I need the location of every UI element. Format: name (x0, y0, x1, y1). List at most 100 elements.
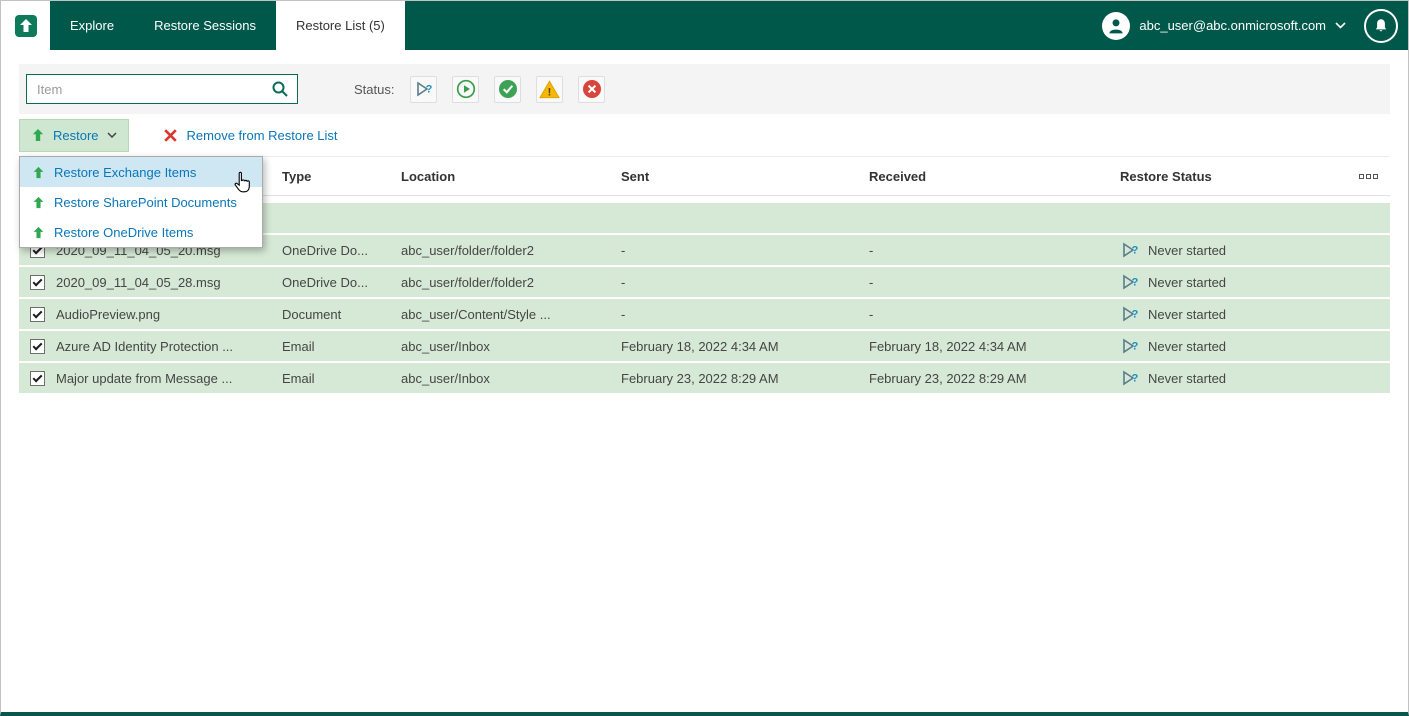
cell-received: - (869, 242, 874, 258)
cell-restore-status: ? Never started (1120, 369, 1346, 387)
menu-item-restore-onedrive[interactable]: Restore OneDrive Items (20, 217, 262, 247)
svg-text:?: ? (1132, 245, 1139, 257)
top-navigation-bar: Explore Restore Sessions Restore List (5… (1, 1, 1408, 50)
cell-sent: - (621, 242, 626, 258)
nav-tab-restore-list[interactable]: Restore List (5) (275, 1, 405, 50)
main-nav: Explore Restore Sessions Restore List (5… (50, 1, 405, 50)
cell-item: Major update from Message ... (56, 370, 233, 386)
status-filter-group: Status: ? ! (354, 75, 620, 103)
menu-item-label: Restore Exchange Items (54, 164, 197, 180)
never-started-icon: ? (1120, 305, 1140, 323)
notifications-button[interactable] (1364, 8, 1398, 43)
restore-arrow-icon (33, 226, 44, 238)
cell-received: - (869, 274, 874, 290)
status-text: Never started (1148, 338, 1227, 354)
cell-location: abc_user/Inbox (401, 338, 490, 354)
item-search-box (26, 74, 298, 104)
cell-restore-status: ? Never started (1120, 273, 1346, 291)
header-restore-status[interactable]: Restore Status (1120, 169, 1346, 184)
filter-running-icon[interactable] (452, 75, 480, 103)
status-text: Never started (1148, 242, 1227, 258)
search-icon[interactable] (267, 80, 297, 98)
cell-received: February 23, 2022 8:29 AM (869, 370, 1027, 386)
svg-text:?: ? (1132, 277, 1139, 289)
restore-dropdown-menu: Restore Exchange Items Restore SharePoin… (19, 156, 263, 248)
cell-location: abc_user/Content/Style ... (401, 306, 551, 322)
never-started-icon: ? (1120, 241, 1140, 259)
user-avatar-icon (1102, 11, 1131, 40)
topbar-right: abc_user@abc.onmicrosoft.com (1102, 1, 1408, 50)
filter-success-icon[interactable] (494, 75, 522, 103)
cell-item: AudioPreview.png (56, 306, 161, 322)
chevron-down-icon (1335, 22, 1346, 29)
user-email: abc_user@abc.onmicrosoft.com (1139, 18, 1326, 33)
table-row[interactable]: Azure AD Identity Protection ... Email a… (19, 331, 1390, 361)
header-location[interactable]: Location (401, 169, 621, 184)
filter-bar: Status: ? (19, 64, 1390, 114)
status-text: Never started (1148, 274, 1227, 290)
cell-received: - (869, 306, 874, 322)
header-type[interactable]: Type (282, 169, 401, 184)
remove-button-label: Remove from Restore List (186, 127, 338, 143)
cell-received: February 18, 2022 4:34 AM (869, 338, 1027, 354)
search-input[interactable] (27, 81, 267, 97)
cell-location: abc_user/Inbox (401, 370, 490, 386)
status-text: Never started (1148, 306, 1227, 322)
restore-button[interactable]: Restore (19, 118, 129, 152)
status-text: Never started (1148, 370, 1227, 386)
cell-type: OneDrive Do... (282, 274, 368, 290)
menu-item-restore-sharepoint[interactable]: Restore SharePoint Documents (20, 187, 262, 217)
cell-item: Azure AD Identity Protection ... (56, 338, 234, 354)
chevron-down-icon (107, 132, 117, 138)
filter-failed-icon[interactable] (578, 75, 606, 103)
never-started-icon: ? (1120, 273, 1140, 291)
row-checkbox[interactable] (30, 274, 45, 290)
restore-arrow-icon (33, 166, 44, 178)
cell-location: abc_user/folder/folder2 (401, 274, 534, 290)
cell-restore-status: ? Never started (1120, 337, 1346, 355)
row-checkbox[interactable] (30, 370, 45, 386)
filter-never-started-icon[interactable]: ? (410, 75, 438, 103)
filter-warning-icon[interactable]: ! (536, 75, 564, 103)
never-started-icon: ? (1120, 337, 1140, 355)
table-row[interactable]: AudioPreview.png Document abc_user/Conte… (19, 299, 1390, 329)
restore-list-toolbar: Restore Remove from Restore List (1, 114, 1408, 156)
header-sent[interactable]: Sent (621, 169, 869, 184)
restore-arrow-icon (33, 196, 44, 208)
cell-type: Document (282, 306, 342, 322)
menu-item-restore-exchange[interactable]: Restore Exchange Items (20, 157, 262, 187)
row-checkbox[interactable] (30, 338, 45, 354)
cell-location: abc_user/folder/folder2 (401, 242, 534, 258)
svg-text:?: ? (1132, 309, 1139, 321)
cell-sent: February 18, 2022 4:34 AM (621, 338, 779, 354)
row-checkbox-cell (19, 338, 56, 354)
table-row[interactable]: Major update from Message ... Email abc_… (19, 363, 1390, 393)
nav-tab-restore-sessions[interactable]: Restore Sessions (134, 1, 276, 50)
cell-sent: February 23, 2022 8:29 AM (621, 370, 779, 386)
app-window: Explore Restore Sessions Restore List (5… (0, 0, 1409, 716)
cell-item: 2020_09_11_04_05_28.msg (56, 274, 221, 290)
nav-tab-explore[interactable]: Explore (50, 1, 134, 50)
svg-text:?: ? (1132, 373, 1139, 385)
svg-text:?: ? (1132, 341, 1139, 353)
svg-text:!: ! (548, 86, 552, 98)
remove-from-restore-list-button[interactable]: Remove from Restore List (163, 128, 338, 143)
app-logo (1, 1, 50, 50)
bell-icon (1375, 18, 1387, 31)
cell-restore-status: ? Never started (1120, 241, 1346, 259)
table-row[interactable]: 2020_09_11_04_05_28.msg OneDrive Do... a… (19, 267, 1390, 297)
user-account-menu[interactable]: abc_user@abc.onmicrosoft.com (1102, 11, 1346, 40)
menu-item-label: Restore SharePoint Documents (54, 194, 237, 210)
cell-restore-status: ? Never started (1120, 305, 1346, 323)
header-received[interactable]: Received (869, 169, 1120, 184)
cell-sent: - (621, 306, 626, 322)
restore-button-label: Restore (53, 127, 99, 143)
column-options-icon[interactable] (1358, 173, 1378, 179)
menu-item-label: Restore OneDrive Items (54, 224, 194, 240)
restore-portal-logo-icon (14, 14, 37, 37)
row-checkbox[interactable] (30, 306, 45, 322)
status-filter-label: Status: (354, 81, 395, 97)
table-body: 2020_09_11_04_05_20.msg OneDrive Do... a… (19, 235, 1390, 393)
cell-type: OneDrive Do... (282, 242, 368, 258)
never-started-icon: ? (1120, 369, 1140, 387)
